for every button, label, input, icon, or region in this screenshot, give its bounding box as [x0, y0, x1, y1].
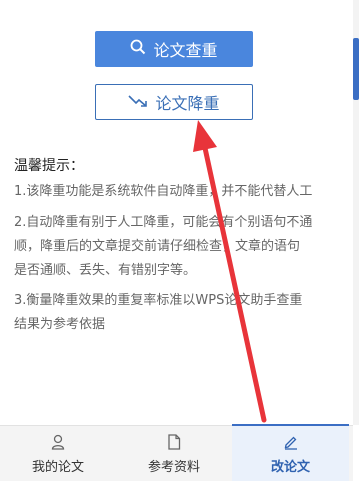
tip-item-2-line3: 是否通顺、丢失、有错别字等。 — [14, 263, 197, 278]
trend-down-icon — [128, 93, 148, 112]
user-icon — [51, 434, 65, 450]
tip-item-2-line2: 顺，降重后的文章提交前请仔细检查，文章的语句 — [14, 239, 301, 254]
reduce-repetition-button[interactable]: 论文降重 — [95, 84, 253, 120]
tip-item-1: 1.该降重功能是系统软件自动降重，并不能代替人工 — [14, 184, 313, 199]
tab-my-papers[interactable]: 我的论文 — [0, 426, 116, 481]
tab-edit-paper-label: 改论文 — [270, 460, 310, 475]
tab-references[interactable]: 参考资料 — [116, 426, 232, 481]
check-paper-label: 论文查重 — [153, 41, 218, 60]
tip-item-3-line1: 3.衡量降重效果的重复率标准以WPS论文助手查重 — [14, 293, 303, 308]
check-paper-button[interactable]: 论文查重 — [95, 31, 253, 67]
scrollbar-thumb[interactable] — [353, 38, 359, 100]
bottom-tab-bar: 我的论文 参考资料 改论文 — [0, 424, 353, 481]
tab-my-papers-label: 我的论文 — [31, 460, 84, 475]
document-icon — [167, 434, 181, 450]
tab-edit-paper[interactable]: 改论文 — [232, 426, 349, 481]
tips-title: 温馨提示： — [14, 158, 84, 174]
tip-item-2-line1: 2.自动降重有别于人工降重，可能会有个别语句不通 — [14, 215, 313, 230]
edit-icon — [283, 434, 299, 450]
search-icon — [130, 39, 146, 59]
tab-references-label: 参考资料 — [147, 460, 200, 475]
tip-item-3-line2: 结果为参考依据 — [14, 317, 106, 332]
reduce-repetition-label: 论文降重 — [155, 94, 220, 113]
